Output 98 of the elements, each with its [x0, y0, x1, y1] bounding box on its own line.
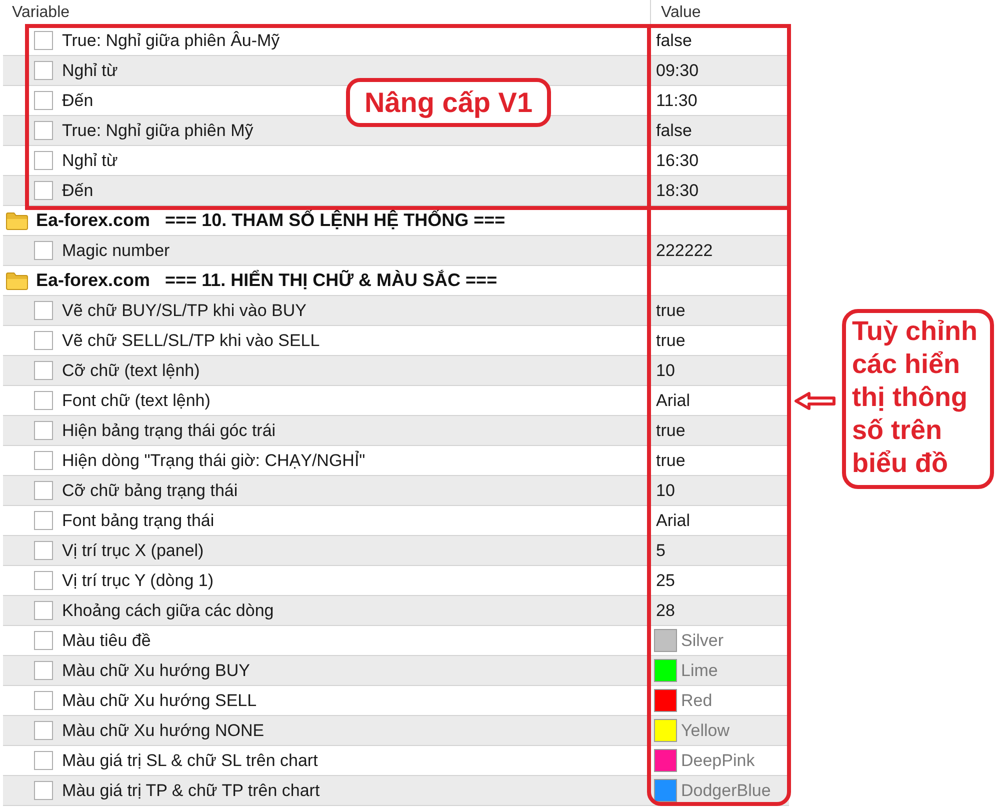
checkbox[interactable]	[34, 541, 53, 560]
parameter-value: 18:30	[656, 180, 699, 202]
table-row[interactable]: Magic number 222222	[3, 236, 789, 266]
parameter-value: true	[656, 450, 686, 472]
table-row[interactable]: Cỡ chữ bảng trạng thái 10	[3, 476, 789, 506]
parameter-name: Font bảng trạng thái	[62, 510, 214, 532]
checkbox[interactable]	[34, 181, 53, 200]
parameter-value: Arial	[656, 390, 690, 412]
parameter-name: Đến	[62, 180, 94, 202]
parameter-value: 222222	[656, 240, 713, 262]
checkbox[interactable]	[34, 331, 53, 350]
parameter-value: true	[656, 420, 686, 442]
table-row[interactable]: Vị trí trục X (panel) 5	[3, 536, 789, 566]
folder-icon	[6, 212, 28, 230]
parameter-value: 28	[656, 600, 675, 622]
checkbox[interactable]	[34, 361, 53, 380]
annotation-callout: Tuỳ chỉnh các hiển thị thông số trên biểu đồ	[842, 309, 994, 489]
parameter-value: false	[656, 30, 692, 52]
checkbox[interactable]	[34, 121, 53, 140]
color-name: DodgerBlue	[681, 780, 771, 802]
parameter-value: 25	[656, 570, 675, 592]
checkbox[interactable]	[34, 391, 53, 410]
parameter-name: Màu chữ Xu hướng NONE	[62, 720, 264, 742]
table-row[interactable]: Màu chữ Xu hướng BUY Lime	[3, 656, 789, 686]
parameter-value: 16:30	[656, 150, 699, 172]
table-row[interactable]: Khoảng cách giữa các dòng 28	[3, 596, 789, 626]
parameter-name: Màu giá trị TP & chữ TP trên chart	[62, 780, 320, 802]
parameter-name: Vị trí trục Y (dòng 1)	[62, 570, 214, 592]
parameter-name: Vị trí trục X (panel)	[62, 540, 204, 562]
checkbox[interactable]	[34, 91, 53, 110]
table-row[interactable]: Đến 18:30	[3, 176, 789, 206]
parameter-name: Màu chữ Xu hướng SELL	[62, 690, 257, 712]
table-row[interactable]: Nghỉ từ 09:30	[3, 56, 789, 86]
table-row[interactable]: Màu giá trị SL & chữ SL trên chart DeepPink	[3, 746, 789, 776]
color-name: Yellow	[681, 720, 730, 742]
color-name: DeepPink	[681, 750, 755, 772]
checkbox[interactable]	[34, 301, 53, 320]
parameter-name: Nghỉ từ	[62, 150, 118, 172]
parameter-name: Vẽ chữ SELL/SL/TP khi vào SELL	[62, 330, 320, 352]
arrow-icon	[794, 391, 836, 411]
parameter-value: Arial	[656, 510, 690, 532]
parameter-name: Font chữ (text lệnh)	[62, 390, 210, 412]
group-site: Ea-forex.com	[36, 269, 150, 292]
checkbox[interactable]	[34, 601, 53, 620]
parameter-name: Magic number	[62, 240, 170, 262]
column-header: Variable	[12, 3, 70, 23]
parameter-value: 09:30	[656, 60, 699, 82]
table-row[interactable]: Màu chữ Xu hướng SELL Red	[3, 686, 789, 716]
checkbox[interactable]	[34, 751, 53, 770]
color-name: Silver	[681, 630, 724, 652]
checkbox[interactable]	[34, 151, 53, 170]
checkbox[interactable]	[34, 241, 53, 260]
table-row[interactable]: Vẽ chữ BUY/SL/TP khi vào BUY true	[3, 296, 789, 326]
parameter-name: True: Nghỉ giữa phiên Mỹ	[62, 120, 254, 142]
group-site: Ea-forex.com	[36, 209, 150, 232]
parameter-value: 10	[656, 360, 675, 382]
checkbox[interactable]	[34, 661, 53, 680]
parameter-value: false	[656, 120, 692, 142]
column-header: Value	[661, 3, 701, 23]
checkbox[interactable]	[34, 691, 53, 710]
parameter-value: 10	[656, 480, 675, 502]
parameter-name: Màu giá trị SL & chữ SL trên chart	[62, 750, 318, 772]
parameter-value: true	[656, 300, 686, 322]
parameter-name: Cỡ chữ (text lệnh)	[62, 360, 200, 382]
checkbox[interactable]	[34, 451, 53, 470]
checkbox[interactable]	[34, 61, 53, 80]
group-title: === 10. THAM SỐ LỆNH HỆ THỐNG ===	[165, 209, 506, 232]
folder-icon	[6, 272, 28, 290]
table-row[interactable]: Màu chữ Xu hướng NONE Yellow	[3, 716, 789, 746]
color-name: Lime	[681, 660, 718, 682]
annotation-overlay: Nâng cấp V1	[346, 78, 551, 127]
parameter-name: True: Nghỉ giữa phiên Âu-Mỹ	[62, 30, 280, 52]
parameter-value: 5	[656, 540, 666, 562]
parameter-name: Vẽ chữ BUY/SL/TP khi vào BUY	[62, 300, 306, 322]
checkbox[interactable]	[34, 721, 53, 740]
table-row[interactable]: Cỡ chữ (text lệnh) 10	[3, 356, 789, 386]
parameter-name: Màu chữ Xu hướng BUY	[62, 660, 250, 682]
checkbox[interactable]	[34, 421, 53, 440]
checkbox[interactable]	[34, 511, 53, 530]
parameter-name: Màu tiêu đề	[62, 630, 151, 652]
parameter-value: true	[656, 330, 686, 352]
parameter-name: Hiện bảng trạng thái góc trái	[62, 420, 276, 442]
parameter-value: 11:30	[656, 90, 698, 112]
checkbox[interactable]	[34, 631, 53, 650]
checkbox[interactable]	[34, 571, 53, 590]
color-name: Red	[681, 690, 712, 712]
group-title: === 11. HIỂN THỊ CHỮ & MÀU SẮC ===	[165, 268, 498, 292]
table-row[interactable]: Màu tiêu đề Silver	[3, 626, 789, 656]
parameter-name: Đến	[62, 90, 94, 112]
parameter-name: Cỡ chữ bảng trạng thái	[62, 480, 238, 502]
table-row[interactable]: Hiện bảng trạng thái góc trái true	[3, 416, 789, 446]
parameter-name: Khoảng cách giữa các dòng	[62, 600, 274, 622]
checkbox[interactable]	[34, 781, 53, 800]
checkbox[interactable]	[34, 31, 53, 50]
checkbox[interactable]	[34, 481, 53, 500]
parameter-name: Nghỉ từ	[62, 60, 118, 82]
table-row[interactable]: Màu giá trị TP & chữ TP trên chart DodgerBlue	[3, 776, 789, 806]
parameter-name: Hiện dòng "Trạng thái giờ: CHẠY/NGHỈ"	[62, 450, 366, 472]
